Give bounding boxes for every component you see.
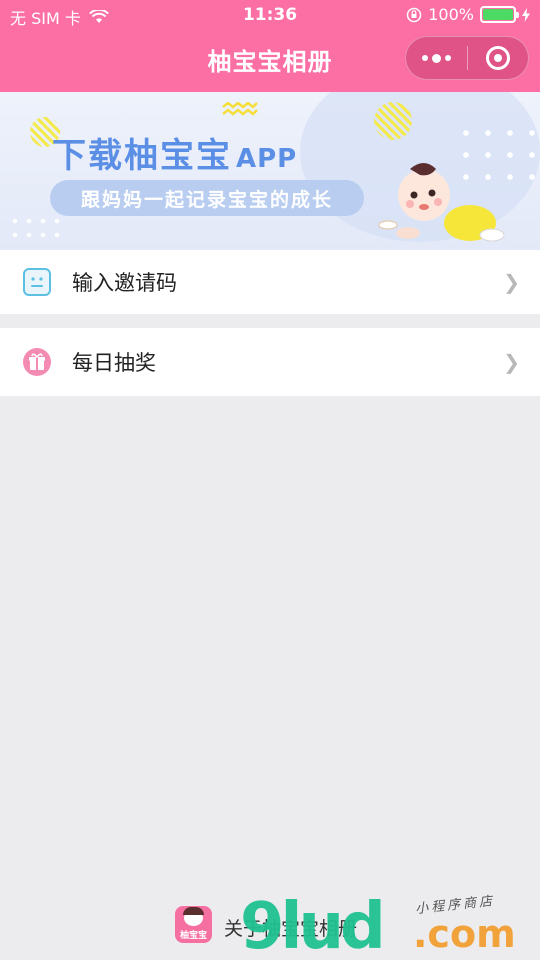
more-button[interactable] <box>406 37 467 79</box>
decor-dots <box>8 214 68 242</box>
battery-icon <box>480 6 519 23</box>
gift-icon <box>23 348 51 376</box>
baby-illustration-icon <box>378 163 505 242</box>
invite-face-icon <box>23 268 51 296</box>
mini-program-capsule <box>405 36 529 80</box>
daily-lottery-item[interactable]: 每日抽奖 ❯ <box>0 328 540 396</box>
watermark-domain: .com <box>413 912 516 956</box>
header: 无 SIM 卡 11:36 100% 柚宝宝相册 <box>0 0 540 92</box>
logo-hair <box>183 907 204 915</box>
watermark-brand: 9lud <box>240 890 386 960</box>
invite-code-label: 输入邀请码 <box>72 271 177 295</box>
more-dots-icon <box>421 53 451 63</box>
banner-title: 下载柚宝宝 APP <box>52 128 297 177</box>
logo-text: 柚宝宝 <box>179 931 207 941</box>
banner-title-main: 下载柚宝宝 <box>52 136 232 176</box>
close-button[interactable] <box>468 37 529 79</box>
daily-lottery-label: 每日抽奖 <box>72 351 156 375</box>
target-close-icon <box>485 46 510 70</box>
battery-percent: 100% <box>428 5 474 24</box>
status-bar: 无 SIM 卡 11:36 100% <box>0 0 540 30</box>
zigzag-icon <box>222 102 258 116</box>
banner-subtitle: 跟妈妈一起记录宝宝的成长 <box>50 180 364 216</box>
orientation-lock-icon <box>407 7 422 22</box>
app-logo-icon[interactable]: 柚宝宝 <box>175 906 212 943</box>
banner-title-app: APP <box>236 144 298 174</box>
download-app-banner[interactable]: 下载柚宝宝 APP 跟妈妈一起记录宝宝的成长 <box>0 92 540 250</box>
chevron-right-icon: ❯ <box>503 270 520 294</box>
chevron-right-icon: ❯ <box>503 350 520 374</box>
invite-code-item[interactable]: 输入邀请码 ❯ <box>0 250 540 314</box>
status-right: 100% <box>406 5 530 24</box>
decor-circle-icon <box>374 102 412 140</box>
charging-icon <box>522 7 530 22</box>
